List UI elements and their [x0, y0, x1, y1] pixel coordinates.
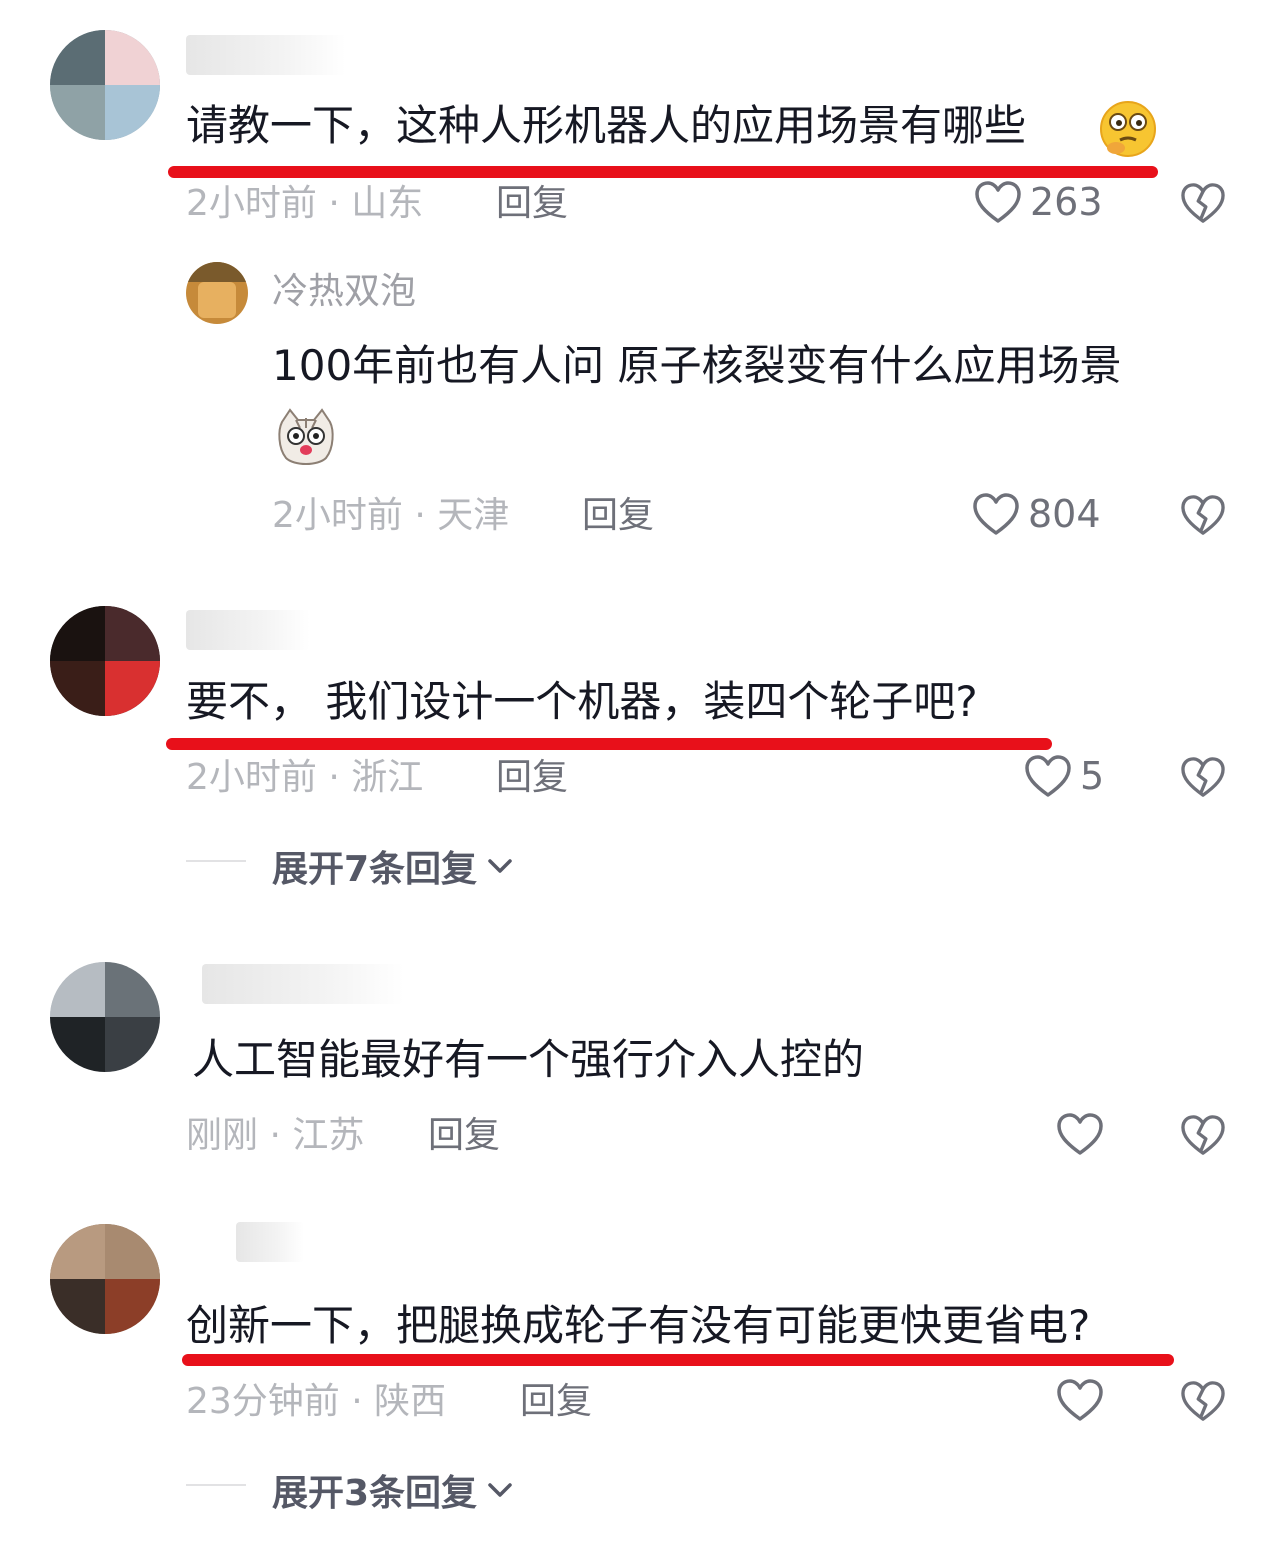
chevron-down-icon [487, 1481, 513, 1499]
avatar[interactable] [50, 1224, 160, 1334]
highlight-underline [182, 1354, 1174, 1366]
expand-replies-label: 展开7条回复 [272, 849, 478, 890]
heart-outline-icon [1024, 754, 1072, 798]
avatar[interactable] [50, 962, 160, 1072]
like-button[interactable]: 804 [972, 492, 1101, 536]
comment-time-location: 23分钟前 · 陕西 [186, 1381, 447, 1422]
avatar[interactable] [186, 262, 248, 324]
broken-heart-icon[interactable] [1180, 1114, 1226, 1156]
like-button[interactable] [1056, 1112, 1112, 1156]
comment-text: 创新一下，把腿换成轮子有没有可能更快更省电? [186, 1301, 1091, 1350]
broken-heart-icon[interactable] [1180, 1380, 1226, 1422]
like-count: 804 [1028, 492, 1101, 536]
broken-heart-icon[interactable] [1180, 756, 1226, 798]
reply-button[interactable]: 回复 [520, 1384, 592, 1420]
broken-heart-icon[interactable] [1180, 182, 1226, 224]
comment-time-location: 刚刚 · 江苏 [186, 1115, 365, 1156]
expand-replies-button[interactable]: 展开3条回复 [272, 1464, 513, 1516]
comment-text: 要不， 我们设计一个机器，装四个轮子吧? [186, 677, 978, 726]
heart-outline-icon [1056, 1112, 1104, 1156]
like-count: 263 [1030, 180, 1103, 224]
heart-outline-icon [972, 492, 1020, 536]
comment-text: 请教一下，这种人形机器人的应用场景有哪些 [186, 101, 1027, 150]
reply-button[interactable]: 回复 [496, 760, 568, 796]
thinking-face-emoji [1098, 100, 1158, 162]
like-count: 5 [1080, 754, 1105, 798]
comment-text: 人工智能最好有一个强行介入人控的 [192, 1035, 865, 1084]
chevron-down-icon [487, 857, 513, 875]
avatar[interactable] [50, 606, 160, 716]
reply-time-location: 2小时前 · 天津 [272, 495, 510, 536]
reply-username[interactable]: 冷热双泡 [272, 274, 416, 310]
username-blurred[interactable] [186, 35, 346, 75]
reply-button[interactable]: 回复 [496, 186, 568, 222]
divider [186, 1484, 246, 1486]
comment-time-location: 2小时前 · 山东 [186, 183, 424, 224]
broken-heart-icon[interactable] [1180, 494, 1226, 536]
like-button[interactable] [1056, 1378, 1112, 1422]
reply-button[interactable]: 回复 [582, 498, 654, 534]
highlight-underline [166, 738, 1052, 750]
divider [186, 860, 246, 862]
reply-comment-text: 100年前也有人问 原子核裂变有什么应用场景 [272, 341, 1122, 390]
heart-outline-icon [974, 180, 1022, 224]
highlight-underline [168, 166, 1158, 178]
reply-button[interactable]: 回复 [428, 1118, 500, 1154]
expand-replies-label: 展开3条回复 [272, 1473, 478, 1514]
expand-replies-button[interactable]: 展开7条回复 [272, 840, 513, 892]
shocked-cat-emoji [276, 408, 336, 472]
heart-outline-icon [1056, 1378, 1104, 1422]
username-blurred[interactable] [202, 964, 404, 1004]
username-blurred[interactable] [236, 1222, 304, 1262]
like-button[interactable]: 5 [1024, 754, 1104, 798]
like-button[interactable]: 263 [974, 180, 1103, 224]
username-blurred[interactable] [186, 610, 310, 650]
avatar[interactable] [50, 30, 160, 140]
comment-time-location: 2小时前 · 浙江 [186, 757, 424, 798]
